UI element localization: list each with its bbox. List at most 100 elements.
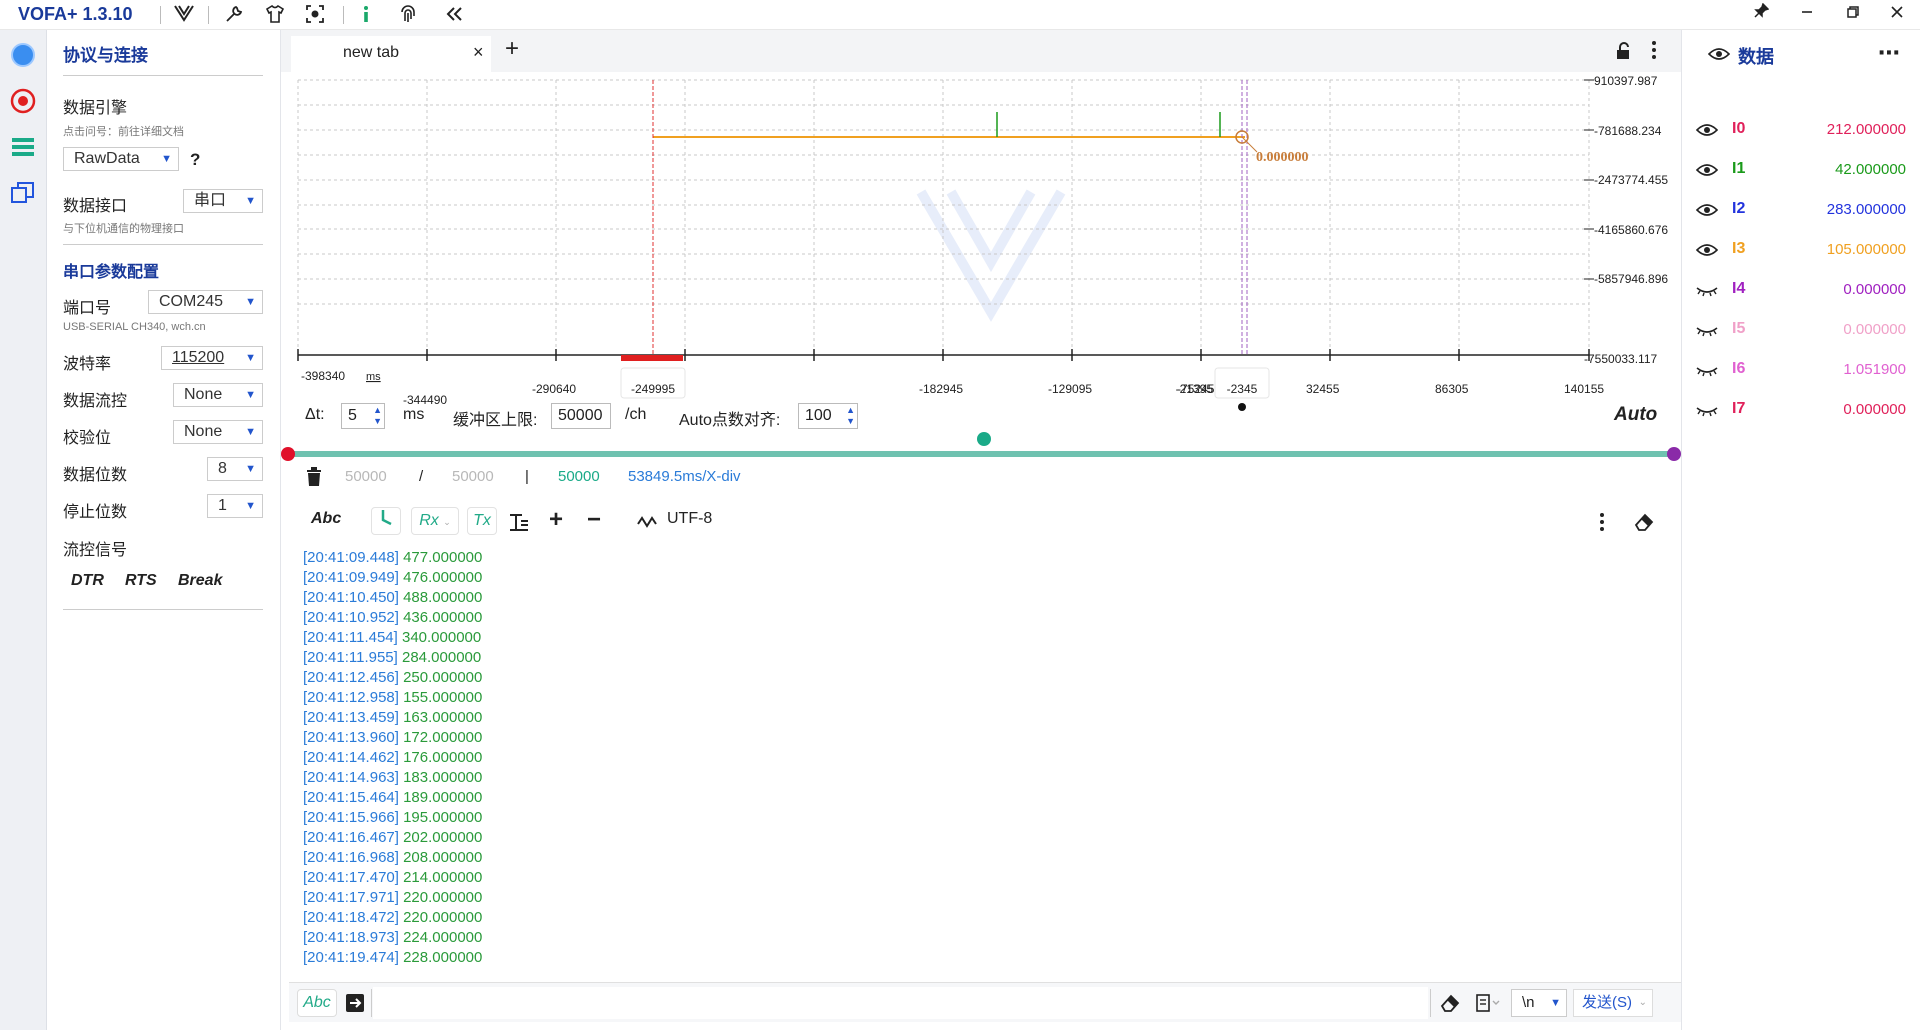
log-timestamp: [20:41:13.960]: [303, 729, 399, 746]
history-icon[interactable]: [1475, 993, 1501, 1017]
receive-log[interactable]: [20:41:09.448] 477.000000 [20:41:09.949] …: [303, 540, 903, 1002]
dt-unit: ms: [403, 406, 425, 423]
send-abc-mode[interactable]: Abc: [297, 989, 337, 1017]
log-value: 476.000000: [403, 569, 483, 586]
send-file-icon[interactable]: [345, 993, 365, 1017]
log-line: [20:41:17.470] 214.000000: [303, 868, 903, 888]
y-tick-label: -7550033.117: [1584, 352, 1658, 366]
unlock-icon[interactable]: [1615, 42, 1633, 64]
add-tab-button[interactable]: +: [505, 36, 519, 62]
eye-icon[interactable]: [1695, 162, 1719, 178]
slider-mid-handle[interactable]: [977, 432, 991, 446]
send-input[interactable]: [373, 987, 1428, 1019]
eye-closed-icon[interactable]: [1696, 362, 1718, 378]
eye-closed-icon[interactable]: [1696, 282, 1718, 298]
channel-row[interactable]: I4 0.000000: [1696, 272, 1906, 312]
maximize-button[interactable]: [1838, 3, 1868, 27]
minimize-button[interactable]: [1792, 3, 1822, 27]
menu-list-icon[interactable]: [8, 132, 38, 162]
vofa-logo-icon[interactable]: [172, 4, 196, 26]
timestamp-toggle[interactable]: [371, 507, 401, 535]
shirt-icon[interactable]: [263, 4, 287, 26]
close-button[interactable]: [1882, 3, 1912, 27]
dt-label: Δt:: [305, 406, 325, 423]
eye-icon[interactable]: [1695, 242, 1719, 258]
tab-new-tab[interactable]: new tab ×: [291, 36, 491, 72]
text-format-icon[interactable]: [509, 512, 529, 536]
channel-name: I7: [1732, 400, 1746, 417]
waveform-icon[interactable]: [637, 514, 657, 534]
channel-row[interactable]: I2 283.000000: [1695, 192, 1906, 232]
eye-closed-icon[interactable]: [1696, 402, 1718, 418]
right-cursor-dot[interactable]: [1238, 403, 1246, 411]
record-icon[interactable]: [8, 86, 38, 116]
port-select[interactable]: COM245 ▼: [148, 290, 263, 314]
channel-row[interactable]: I3 105.000000: [1695, 232, 1906, 272]
break-button[interactable]: Break: [178, 572, 222, 590]
spinner-arrows-icon[interactable]: ▲ ▼: [846, 405, 855, 427]
log-timestamp: [20:41:18.973]: [303, 929, 399, 946]
trash-icon[interactable]: [305, 467, 323, 491]
log-timestamp: [20:41:10.450]: [303, 589, 399, 606]
y-tick-label: -5857946.896: [1594, 272, 1668, 286]
collapse-icon[interactable]: [443, 4, 467, 26]
data-panel-more-icon[interactable]: ⋯: [1878, 40, 1900, 66]
interface-select[interactable]: 串口 ▼: [183, 189, 263, 213]
zoom-in-button[interactable]: +: [549, 506, 563, 534]
slider-end-handle[interactable]: [1667, 447, 1681, 461]
stop-bits-select[interactable]: 1 ▼: [207, 494, 263, 518]
left-cursor-handle[interactable]: [621, 355, 683, 361]
dt-spinner[interactable]: 5 ▲ ▼: [341, 403, 385, 429]
tx-toggle[interactable]: Tx: [467, 507, 497, 535]
send-button[interactable]: 发送(S) ⌄: [1573, 989, 1653, 1017]
tab-more-icon[interactable]: [1651, 40, 1657, 64]
connection-status-icon[interactable]: [8, 40, 38, 70]
log-timestamp: [20:41:15.966]: [303, 809, 399, 826]
parity-select[interactable]: None ▼: [173, 420, 263, 444]
auto-button[interactable]: Auto: [1614, 404, 1657, 426]
engine-select[interactable]: RawData ▼: [63, 147, 179, 171]
channel-row[interactable]: I6 1.051900: [1696, 352, 1906, 392]
wrench-icon[interactable]: [222, 4, 246, 26]
help-button[interactable]: ?: [190, 150, 200, 170]
abc-mode-button[interactable]: Abc: [311, 510, 341, 528]
eye-icon[interactable]: [1695, 122, 1719, 138]
log-line: [20:41:12.958] 155.000000: [303, 688, 903, 708]
waveform-plot[interactable]: 910397.987 -781688.234 -2473774.455 -416…: [281, 72, 1681, 412]
pin-icon[interactable]: [1746, 2, 1776, 27]
baud-select[interactable]: 115200 ▼: [161, 346, 263, 370]
channel-row[interactable]: I7 0.000000: [1696, 392, 1906, 432]
log-line: [20:41:18.973] 224.000000: [303, 928, 903, 948]
range-slider-track[interactable]: [289, 451, 1681, 457]
tab-close-icon[interactable]: ×: [473, 42, 484, 63]
clear-send-icon[interactable]: [1439, 993, 1461, 1017]
windows-icon[interactable]: [8, 178, 38, 208]
capture-icon[interactable]: [303, 4, 327, 26]
log-line: [20:41:10.450] 488.000000: [303, 588, 903, 608]
rts-button[interactable]: RTS: [125, 572, 157, 590]
x-tick-label: -290640: [532, 382, 576, 396]
slider-start-handle[interactable]: [281, 447, 295, 461]
flow-control-select[interactable]: None ▼: [173, 383, 263, 407]
eye-icon[interactable]: [1707, 46, 1731, 66]
dtr-button[interactable]: DTR: [71, 572, 104, 590]
newline-select[interactable]: \n ▼: [1511, 989, 1567, 1017]
eye-icon[interactable]: [1695, 202, 1719, 218]
spinner-arrows-icon[interactable]: ▲ ▼: [373, 405, 382, 427]
eraser-icon[interactable]: [1633, 512, 1655, 536]
log-line: [20:41:19.474] 228.000000: [303, 948, 903, 968]
channel-row[interactable]: I5 0.000000: [1696, 312, 1906, 352]
encoding-select[interactable]: UTF-8: [667, 510, 712, 528]
fingerprint-icon[interactable]: [396, 4, 420, 26]
auto-align-spinner[interactable]: 100 ▲ ▼: [798, 403, 858, 429]
zoom-out-button[interactable]: −: [587, 506, 601, 534]
buffer-input[interactable]: 50000: [551, 403, 611, 429]
data-bits-select[interactable]: 8 ▼: [207, 457, 263, 481]
channel-row[interactable]: I1 42.000000: [1695, 152, 1906, 192]
channel-row[interactable]: I0 212.000000: [1695, 112, 1906, 152]
more-vertical-icon[interactable]: [1599, 512, 1605, 536]
log-timestamp: [20:41:11.454]: [303, 629, 398, 646]
eye-closed-icon[interactable]: [1696, 322, 1718, 338]
info-icon[interactable]: [354, 4, 378, 26]
rx-toggle[interactable]: Rx ⌄: [411, 507, 459, 535]
